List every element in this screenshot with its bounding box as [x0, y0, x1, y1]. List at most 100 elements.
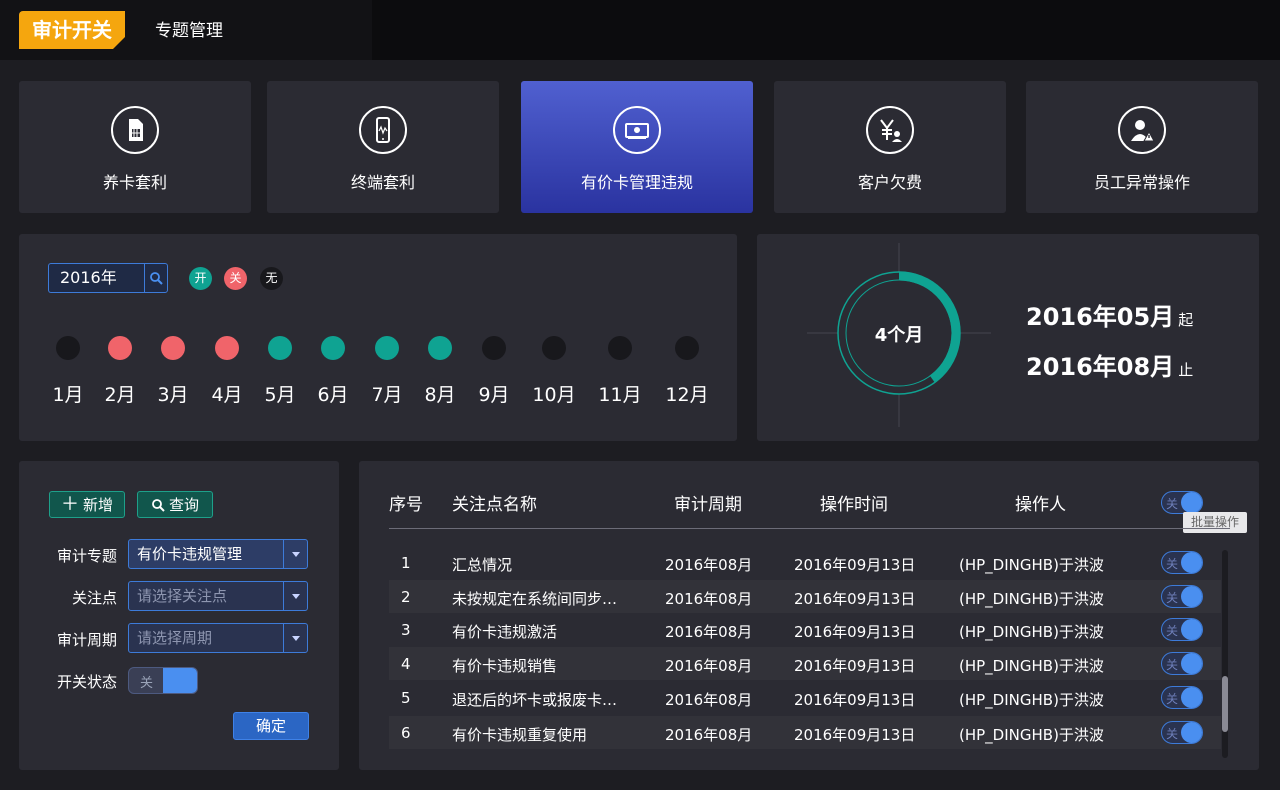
- cell-name: 汇总情况: [452, 556, 513, 574]
- cell-index: 5: [401, 689, 411, 707]
- month-dot[interactable]: [108, 336, 132, 360]
- cell-time: 2016年09月13日: [794, 657, 916, 675]
- add-button[interactable]: ＋ 新增: [49, 491, 125, 518]
- month-label: 10月: [532, 384, 576, 406]
- month-label: 5月: [264, 384, 296, 406]
- month-label: 11月: [598, 384, 642, 406]
- month-dot[interactable]: [268, 336, 292, 360]
- user-warning-icon: [1118, 106, 1166, 154]
- period-start: 2016年05月起: [1026, 303, 1194, 331]
- month-dot[interactable]: [428, 336, 452, 360]
- sim-card-icon: [111, 106, 159, 154]
- table-row[interactable]: 6 有价卡违规重复使用 2016年08月 2016年09月13日 (HP_DINGHB)…: [389, 716, 1221, 749]
- chevron-down-icon: [283, 624, 307, 652]
- month-dot[interactable]: [161, 336, 185, 360]
- column-header-time: 操作时间: [820, 495, 888, 515]
- cell-time: 2016年09月13日: [794, 590, 916, 608]
- month-label: 8月: [424, 384, 456, 406]
- focus-select[interactable]: 请选择关注点: [128, 581, 308, 611]
- cell-time: 2016年09月13日: [794, 691, 916, 709]
- cell-operator: (HP_DINGHB)于洪波: [959, 590, 1104, 608]
- cell-index: 4: [401, 655, 411, 673]
- cell-index: 1: [401, 554, 411, 572]
- page-title[interactable]: 专题管理: [155, 16, 223, 41]
- cell-operator: (HP_DINGHB)于洪波: [959, 556, 1104, 574]
- scrollbar-thumb[interactable]: [1222, 676, 1228, 732]
- month-dot[interactable]: [675, 336, 699, 360]
- cycle-select[interactable]: 请选择周期: [128, 623, 308, 653]
- cell-cycle: 2016年08月: [665, 556, 753, 574]
- query-button[interactable]: 查询: [137, 491, 213, 518]
- month-label: 7月: [371, 384, 403, 406]
- cell-cycle: 2016年08月: [665, 590, 753, 608]
- month-label: 3月: [157, 384, 189, 406]
- month-label: 12月: [665, 384, 709, 406]
- column-header-operator: 操作人: [1015, 495, 1066, 515]
- category-label: 养卡套利: [102, 173, 167, 192]
- month-dot[interactable]: [215, 336, 239, 360]
- search-icon: [150, 272, 163, 285]
- table-row[interactable]: 2 未按规定在系统间同步… 2016年08月 2016年09月13日 (HP_DINGH…: [389, 580, 1221, 613]
- month-dot[interactable]: [321, 336, 345, 360]
- category-card-4[interactable]: 员工异常操作: [1026, 81, 1258, 213]
- period-end: 2016年08月止: [1026, 353, 1194, 381]
- legend-on: 开: [189, 267, 212, 290]
- topic-select[interactable]: 有价卡违规管理: [128, 539, 308, 569]
- column-header-cycle: 审计周期: [674, 495, 742, 515]
- row-toggle[interactable]: 关: [1161, 585, 1203, 608]
- table-row[interactable]: 5 退还后的坏卡或报废卡… 2016年08月 2016年09月13日 (HP_DINGH…: [389, 681, 1221, 714]
- cell-cycle: 2016年08月: [665, 726, 753, 744]
- category-card-0[interactable]: 养卡套利: [19, 81, 251, 213]
- cell-time: 2016年09月13日: [794, 623, 916, 641]
- cell-operator: (HP_DINGHB)于洪波: [959, 691, 1104, 709]
- top-bar: 审计开关 专题管理: [0, 0, 1280, 60]
- confirm-button[interactable]: 确定: [233, 712, 309, 740]
- cell-name: 有价卡违规激活: [452, 623, 558, 641]
- category-label: 客户欠费: [857, 173, 922, 192]
- row-toggle[interactable]: 关: [1161, 551, 1203, 574]
- year-input[interactable]: 2016年: [48, 263, 144, 293]
- category-label: 有价卡管理违规: [580, 173, 693, 192]
- row-toggle[interactable]: 关: [1161, 686, 1203, 709]
- row-toggle[interactable]: 关: [1161, 652, 1203, 675]
- legend-none: 无: [260, 267, 283, 290]
- cell-operator: (HP_DINGHB)于洪波: [959, 623, 1104, 641]
- category-label: 终端套利: [350, 173, 415, 192]
- table-row[interactable]: 4 有价卡违规销售 2016年08月 2016年09月13日 (HP_DINGHB)于洪…: [389, 647, 1221, 680]
- legend-off: 关: [224, 267, 247, 290]
- cell-time: 2016年09月13日: [794, 726, 916, 744]
- table-row[interactable]: 3 有价卡违规激活 2016年08月 2016年09月13日 (HP_DINGHB)于洪…: [389, 613, 1221, 646]
- plus-icon: ＋: [60, 493, 79, 515]
- yen-user-icon: [866, 106, 914, 154]
- category-card-3[interactable]: 客户欠费: [774, 81, 1006, 213]
- cell-name: 有价卡违规销售: [452, 657, 558, 675]
- cell-name: 退还后的坏卡或报废卡…: [452, 691, 618, 709]
- category-card-1[interactable]: 终端套利: [267, 81, 499, 213]
- chevron-down-icon: [283, 540, 307, 568]
- brand-badge[interactable]: 审计开关: [19, 11, 125, 49]
- header-divider: [389, 528, 1230, 529]
- status-toggle[interactable]: 关: [128, 667, 198, 694]
- search-icon: [152, 498, 165, 512]
- duration-label: 4个月: [874, 325, 924, 346]
- category-label: 员工异常操作: [1093, 173, 1190, 192]
- month-dot[interactable]: [56, 336, 80, 360]
- month-label: 1月: [52, 384, 84, 406]
- month-dot[interactable]: [375, 336, 399, 360]
- month-dot[interactable]: [608, 336, 632, 360]
- category-card-2[interactable]: 有价卡管理违规: [521, 81, 753, 213]
- batch-toggle[interactable]: 关: [1161, 491, 1203, 514]
- row-toggle[interactable]: 关: [1161, 618, 1203, 641]
- cycle-label: 审计周期: [56, 631, 117, 649]
- year-search-button[interactable]: [144, 263, 168, 293]
- focus-label: 关注点: [71, 589, 117, 607]
- cell-index: 2: [401, 588, 411, 606]
- table-row[interactable]: 1 汇总情况 2016年08月 2016年09月13日 (HP_DINGHB)于洪波 关: [389, 546, 1221, 579]
- month-label: 6月: [317, 384, 349, 406]
- row-toggle[interactable]: 关: [1161, 721, 1203, 744]
- cell-index: 3: [401, 621, 411, 639]
- month-dot[interactable]: [482, 336, 506, 360]
- cell-name: 未按规定在系统间同步…: [452, 590, 618, 608]
- month-dot[interactable]: [542, 336, 566, 360]
- topic-label: 审计专题: [56, 547, 117, 565]
